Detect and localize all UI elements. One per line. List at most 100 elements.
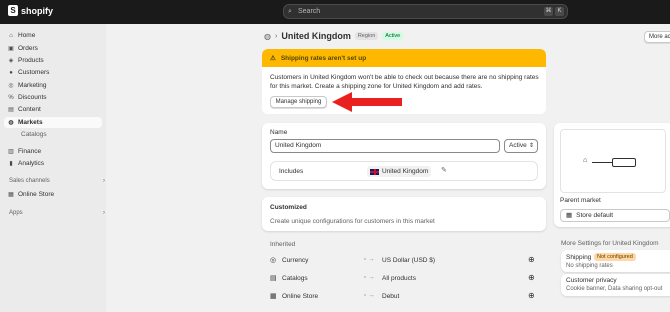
arrow-shaft — [348, 98, 402, 106]
customized-title: Customized — [270, 204, 307, 211]
manage-shipping-button[interactable]: Manage shipping — [270, 96, 327, 108]
sidebar-item-content[interactable]: ▤ Content — [4, 104, 102, 115]
sales-channels-header[interactable]: Sales channels › — [9, 178, 105, 184]
sidebar-item-online-store[interactable]: ▦ Online Store — [4, 189, 102, 200]
top-bar: S shopify ⌕ Search ⌘ K — [0, 0, 670, 24]
sidebar-item-customers[interactable]: ● Customers — [4, 67, 102, 78]
market-diagram: ⌂ — [560, 129, 666, 193]
inherited-label: Catalogs — [282, 275, 308, 282]
shipping-settings-item[interactable]: Shipping Not configured No shipping rate… — [561, 250, 670, 272]
search-icon: ⌕ — [288, 8, 292, 15]
finance-icon: ▥ — [8, 148, 14, 155]
sales-channels-label: Sales channels — [9, 178, 50, 184]
products-icon: ◈ — [8, 57, 14, 64]
home-icon: ⌂ — [583, 157, 588, 164]
warning-text: Customers in United Kingdom won't be abl… — [270, 74, 539, 90]
sidebar-item-catalogs[interactable]: Catalogs — [21, 131, 47, 138]
privacy-label: Customer privacy — [566, 277, 617, 284]
inherited-label: Currency — [282, 257, 309, 264]
edit-pencil-icon[interactable]: ✎ — [441, 166, 447, 174]
orders-icon: ▣ — [8, 45, 14, 52]
sidebar-item-home[interactable]: ⌂ Home — [4, 30, 102, 41]
status-badge: Active — [382, 32, 404, 40]
analytics-icon: ▮ — [9, 160, 13, 167]
customers-icon: ● — [9, 69, 13, 76]
online-store-icon: ▦ — [8, 191, 14, 198]
breadcrumb-chevron-icon: › — [274, 32, 278, 40]
sidebar-item-markets[interactable]: ◍ Markets — [4, 117, 102, 128]
shopify-logo[interactable]: S shopify — [8, 5, 53, 16]
store-icon: ▦ — [566, 212, 573, 219]
discounts-icon: % — [8, 94, 14, 101]
parent-market-select[interactable]: ▦ Store default — [560, 209, 670, 222]
sidebar-item-label: Markets — [18, 119, 43, 126]
more-actions-button[interactable]: More ac — [644, 31, 670, 43]
country-tag-label: United Kingdom — [382, 168, 429, 175]
chevron-right-icon: › — [103, 178, 105, 184]
apps-label: Apps — [9, 210, 23, 216]
sidebar-item-discounts[interactable]: % Discounts — [4, 92, 102, 103]
markets-globe-icon[interactable]: ◍ — [264, 32, 271, 41]
sidebar-item-label: Marketing — [18, 82, 47, 89]
parent-market-card: ⌂ Parent market ▦ Store default — [554, 123, 670, 227]
select-chevron-icon: ⇕ — [528, 143, 534, 149]
shipping-sub: No shipping rates — [566, 263, 613, 269]
inherit-link-icon: ▫ → — [364, 274, 375, 281]
inherited-row: ◎ Currency ▫ → US Dollar (USD $) ⊕ — [270, 255, 540, 268]
command-key-icon: ⌘ — [544, 7, 553, 16]
sidebar-item-label: Orders — [18, 45, 38, 52]
customer-privacy-item[interactable]: Customer privacy Cookie banner, Data sha… — [561, 274, 670, 296]
shipping-label: Shipping — [566, 254, 592, 261]
country-tag: United Kingdom — [367, 166, 432, 177]
search-placeholder: Search — [298, 8, 321, 15]
status-select-value: Active — [509, 142, 527, 149]
market-name-field[interactable]: United Kingdom — [270, 139, 500, 153]
add-icon[interactable]: ⊕ — [528, 291, 535, 300]
inherited-row: ▤ Catalogs ▫ → All products ⊕ — [270, 273, 540, 286]
name-label: Name — [270, 129, 288, 136]
inherited-value: All products — [382, 275, 416, 282]
search-input[interactable]: ⌕ Search ⌘ K — [283, 4, 568, 19]
red-arrow-annotation — [332, 92, 402, 112]
inherited-title: Inherited — [270, 241, 296, 248]
includes-label: Includes — [279, 168, 304, 175]
sidebar-item-products[interactable]: ◈ Products — [4, 55, 102, 66]
currency-icon: ◎ — [270, 257, 277, 264]
page-header: ◍ › United Kingdom Region Active — [264, 31, 404, 41]
sidebar-item-orders[interactable]: ▣ Orders — [4, 43, 102, 54]
includes-row: Includes United Kingdom ✎ — [270, 161, 538, 181]
customized-card: Customized Create unique configurations … — [262, 197, 546, 231]
inherited-value: US Dollar (USD $) — [382, 257, 436, 264]
market-box — [612, 158, 636, 167]
arrow-head — [332, 92, 352, 112]
parent-market-value: Store default — [576, 212, 614, 219]
customized-description: Create unique configurations for custome… — [270, 218, 435, 225]
sidebar-item-label: Customers — [18, 69, 50, 76]
chevron-right-icon: › — [103, 210, 105, 216]
k-key-icon: K — [555, 7, 564, 16]
inherited-label: Online Store — [282, 293, 319, 300]
sidebar-item-analytics[interactable]: ▮ Analytics — [4, 158, 102, 169]
more-settings-title: More Settings for United Kingdom — [561, 240, 659, 247]
name-card: Name United Kingdom Active ⇕ Includes Un… — [262, 123, 546, 189]
sidebar-item-label: Online Store — [18, 191, 55, 198]
status-select[interactable]: Active ⇕ — [504, 139, 538, 153]
sidebar-item-label: Content — [18, 106, 41, 113]
inherited-value: Debut — [382, 293, 400, 300]
apps-header[interactable]: Apps › — [9, 210, 105, 216]
sidebar-item-label: Discounts — [18, 94, 47, 101]
page-title: United Kingdom — [281, 31, 351, 41]
warning-title: Shipping rates aren't set up — [280, 54, 367, 62]
inherited-row: ▦ Online Store ▫ → Debut ⊕ — [270, 291, 540, 304]
shopify-bag-icon: S — [8, 5, 18, 16]
add-icon[interactable]: ⊕ — [528, 255, 535, 264]
content-icon: ▤ — [8, 106, 14, 113]
home-icon: ⌂ — [9, 32, 13, 39]
marketing-icon: ◎ — [8, 82, 14, 89]
sidebar-item-marketing[interactable]: ◎ Marketing — [4, 80, 102, 91]
add-icon[interactable]: ⊕ — [528, 273, 535, 282]
sidebar-item-finance[interactable]: ▥ Finance — [4, 146, 102, 157]
logo-text: shopify — [21, 5, 54, 16]
parent-market-label: Parent market — [560, 197, 601, 204]
sidebar-item-label: Products — [18, 57, 44, 64]
